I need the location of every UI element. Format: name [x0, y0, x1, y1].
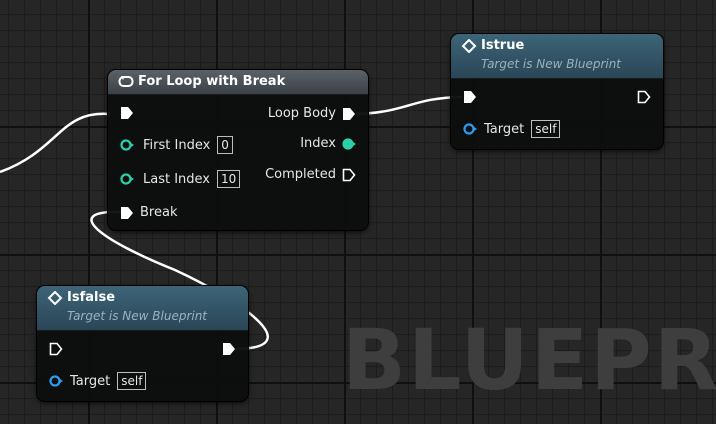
function-icon [47, 291, 63, 305]
break-label: Break [140, 205, 178, 220]
exec-out-pin[interactable] [222, 342, 236, 356]
index-label: Index [300, 136, 336, 151]
break-pin[interactable]: Break [120, 205, 177, 220]
completed-pin[interactable]: Completed [265, 167, 356, 182]
exec-wire-incoming [0, 112, 111, 174]
exec-in-pin[interactable] [463, 90, 477, 104]
int-pin-icon [342, 137, 356, 150]
exec-in-pin[interactable] [49, 342, 63, 356]
last-index-pin[interactable]: Last Index 10 [120, 170, 241, 188]
target-pin[interactable]: Target self [49, 372, 147, 390]
object-pin-icon [49, 375, 63, 387]
target-pin[interactable]: Target self [463, 120, 561, 138]
object-pin-icon [463, 123, 477, 135]
target-label: Target [484, 121, 525, 137]
int-pin-icon [120, 139, 134, 151]
node-title: Istrue [481, 38, 525, 53]
node-subtitle: Target is New Blueprint [67, 309, 208, 323]
index-pin[interactable]: Index [300, 136, 356, 151]
completed-label: Completed [265, 167, 336, 182]
istrue-node[interactable]: Istrue Target is New Blueprint Target se… [451, 34, 663, 149]
loop-body-pin[interactable]: Loop Body [268, 106, 356, 121]
exec-wire-loop-body-to-istrue [355, 95, 463, 116]
exec-pin-icon [464, 91, 476, 103]
last-index-value-field[interactable]: 10 [217, 170, 241, 188]
function-icon [461, 39, 477, 53]
first-index-value-field[interactable]: 0 [217, 136, 233, 154]
exec-pin-icon [223, 343, 235, 355]
node-title: Isfalse [67, 290, 116, 305]
target-value-field[interactable]: self [531, 120, 561, 138]
node-header[interactable]: Isfalse Target is New Blueprint [37, 286, 248, 331]
target-label: Target [70, 373, 111, 389]
exec-pin-icon [342, 168, 356, 181]
exec-pin-icon [49, 342, 63, 356]
for-loop-with-break-node[interactable]: For Loop with Break First Index 0 Last I… [108, 70, 368, 230]
loop-icon [118, 76, 134, 87]
exec-pin-icon [121, 206, 133, 219]
exec-pin-icon [637, 90, 651, 104]
exec-pin-icon [121, 107, 133, 119]
exec-in-pin[interactable] [120, 106, 134, 120]
last-index-label: Last Index [143, 171, 210, 187]
node-header[interactable]: For Loop with Break [108, 70, 368, 95]
first-index-label: First Index [143, 137, 211, 153]
exec-out-pin[interactable] [637, 90, 651, 104]
node-title: For Loop with Break [138, 74, 286, 89]
loop-body-label: Loop Body [267, 106, 336, 121]
node-header[interactable]: Istrue Target is New Blueprint [451, 34, 663, 79]
isfalse-node[interactable]: Isfalse Target is New Blueprint Target s… [37, 286, 248, 401]
exec-pin-icon [343, 107, 355, 120]
target-value-field[interactable]: self [117, 372, 147, 390]
node-subtitle: Target is New Blueprint [481, 57, 622, 71]
blueprint-graph-canvas[interactable]: BLUEPRIN For Loop with Break First Index… [0, 0, 716, 424]
int-pin-icon [120, 173, 134, 185]
first-index-pin[interactable]: First Index 0 [120, 136, 233, 154]
